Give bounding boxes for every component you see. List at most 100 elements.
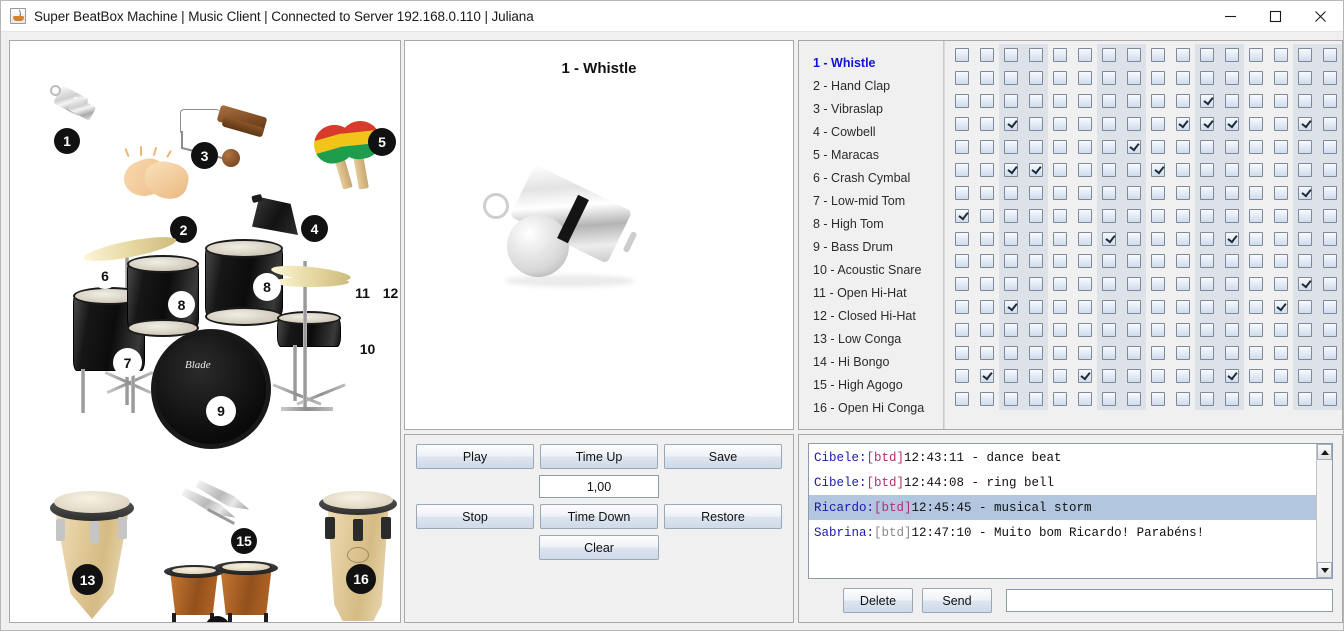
- beat-checkbox-r11-c9[interactable]: [1151, 277, 1166, 292]
- beat-cell[interactable]: [1048, 319, 1073, 342]
- beat-cell[interactable]: [1269, 113, 1294, 136]
- beat-cell[interactable]: [1048, 136, 1073, 159]
- beat-checkbox-r8-c14[interactable]: [1273, 208, 1288, 223]
- beat-checkbox-r4-c1[interactable]: [955, 117, 970, 132]
- beat-checkbox-r3-c5[interactable]: [1053, 94, 1068, 109]
- beat-cell[interactable]: [1097, 135, 1122, 159]
- beat-cell[interactable]: [975, 158, 1000, 181]
- stop-button[interactable]: Stop: [416, 504, 534, 529]
- beat-checkbox-r12-c3[interactable]: [1004, 300, 1019, 315]
- chat-message[interactable]: Sabrina: [btd] 12:47:10 - Muito bom Rica…: [809, 520, 1316, 545]
- beat-cell[interactable]: [950, 296, 975, 319]
- beat-checkbox-r7-c10[interactable]: [1175, 185, 1190, 200]
- beat-checkbox-r13-c11[interactable]: [1200, 323, 1215, 338]
- beat-checkbox-r7-c5[interactable]: [1053, 185, 1068, 200]
- beat-cell[interactable]: [950, 319, 975, 342]
- beat-cell[interactable]: [1171, 250, 1196, 273]
- beat-checkbox-r14-c1[interactable]: [955, 346, 970, 361]
- beat-checkbox-r11-c14[interactable]: [1273, 277, 1288, 292]
- beat-cell[interactable]: [1146, 319, 1171, 342]
- beat-checkbox-r11-c6[interactable]: [1077, 277, 1092, 292]
- beat-checkbox-r3-c15[interactable]: [1298, 94, 1313, 109]
- beat-checkbox-r4-c10[interactable]: [1175, 117, 1190, 132]
- beat-cell[interactable]: [1244, 67, 1269, 90]
- beat-cell[interactable]: [950, 136, 975, 159]
- beat-cell[interactable]: [1317, 135, 1342, 159]
- beat-cell[interactable]: [1293, 227, 1318, 251]
- beat-checkbox-r1-c16[interactable]: [1322, 48, 1337, 63]
- beat-cell[interactable]: [1146, 90, 1171, 113]
- beat-cell[interactable]: [1023, 387, 1048, 411]
- beat-cell[interactable]: [1171, 67, 1196, 90]
- play-button[interactable]: Play: [416, 444, 534, 469]
- beat-cell[interactable]: [1219, 112, 1244, 136]
- beat-checkbox-r15-c1[interactable]: [955, 368, 970, 383]
- beat-cell[interactable]: [975, 44, 1000, 67]
- beat-cell[interactable]: [1097, 112, 1122, 136]
- beat-cell[interactable]: [1293, 66, 1318, 90]
- beat-cell[interactable]: [1219, 227, 1244, 251]
- beat-cell[interactable]: [1269, 342, 1294, 365]
- beat-cell[interactable]: [1244, 296, 1269, 319]
- beat-cell[interactable]: [1097, 227, 1122, 251]
- beat-cell[interactable]: [1269, 250, 1294, 273]
- instrument-list-item-9[interactable]: 9 - Bass Drum: [813, 235, 943, 258]
- beat-cell[interactable]: [1073, 113, 1098, 136]
- beat-cell[interactable]: [999, 158, 1024, 182]
- chat-scrollbar[interactable]: [1316, 444, 1332, 578]
- beat-cell[interactable]: [999, 66, 1024, 90]
- minimize-button[interactable]: [1208, 1, 1253, 32]
- save-button[interactable]: Save: [664, 444, 782, 469]
- beat-cell[interactable]: [1317, 295, 1342, 319]
- beat-cell[interactable]: [1293, 249, 1318, 273]
- beat-checkbox-r3-c7[interactable]: [1102, 94, 1117, 109]
- beat-checkbox-r2-c2[interactable]: [979, 71, 994, 86]
- beat-checkbox-r13-c9[interactable]: [1151, 323, 1166, 338]
- beat-cell[interactable]: [1171, 44, 1196, 67]
- beat-cell[interactable]: [1097, 158, 1122, 182]
- beat-checkbox-r16-c4[interactable]: [1028, 391, 1043, 406]
- beat-cell[interactable]: [1097, 204, 1122, 228]
- instrument-list-item-15[interactable]: 15 - High Agogo: [813, 373, 943, 396]
- beat-checkbox-r2-c8[interactable]: [1126, 71, 1141, 86]
- beat-cell[interactable]: [1121, 43, 1146, 67]
- beat-checkbox-r14-c5[interactable]: [1053, 346, 1068, 361]
- beat-cell[interactable]: [1171, 158, 1196, 181]
- beat-checkbox-r3-c16[interactable]: [1322, 94, 1337, 109]
- beat-cell[interactable]: [1317, 249, 1342, 273]
- beat-checkbox-r8-c7[interactable]: [1102, 208, 1117, 223]
- beat-checkbox-r13-c8[interactable]: [1126, 323, 1141, 338]
- beat-checkbox-r7-c16[interactable]: [1322, 185, 1337, 200]
- beat-cell[interactable]: [1171, 273, 1196, 296]
- beat-cell[interactable]: [1097, 387, 1122, 411]
- beat-cell[interactable]: [975, 319, 1000, 342]
- clear-button[interactable]: Clear: [539, 535, 659, 560]
- beat-checkbox-r16-c5[interactable]: [1053, 391, 1068, 406]
- beat-cell[interactable]: [1219, 158, 1244, 182]
- beat-checkbox-r12-c9[interactable]: [1151, 300, 1166, 315]
- beat-cell[interactable]: [1073, 181, 1098, 204]
- beat-checkbox-r9-c2[interactable]: [979, 231, 994, 246]
- beat-cell[interactable]: [1146, 136, 1171, 159]
- beat-checkbox-r11-c10[interactable]: [1175, 277, 1190, 292]
- instrument-list-item-1[interactable]: 1 - Whistle: [813, 51, 943, 74]
- beat-checkbox-r12-c10[interactable]: [1175, 300, 1190, 315]
- beat-checkbox-r16-c14[interactable]: [1273, 391, 1288, 406]
- beat-cell[interactable]: [999, 204, 1024, 228]
- beat-cell[interactable]: [1121, 295, 1146, 319]
- beat-checkbox-r7-c11[interactable]: [1200, 185, 1215, 200]
- beat-checkbox-r8-c2[interactable]: [979, 208, 994, 223]
- beat-checkbox-r1-c9[interactable]: [1151, 48, 1166, 63]
- beat-checkbox-r12-c14[interactable]: [1273, 300, 1288, 315]
- beat-cell[interactable]: [1048, 227, 1073, 250]
- beat-cell[interactable]: [1317, 181, 1342, 205]
- beat-checkbox-r16-c2[interactable]: [979, 391, 994, 406]
- beat-checkbox-r1-c15[interactable]: [1298, 48, 1313, 63]
- beat-cell[interactable]: [999, 341, 1024, 365]
- beat-cell[interactable]: [1195, 364, 1220, 388]
- beat-cell[interactable]: [999, 227, 1024, 251]
- beat-cell[interactable]: [1293, 341, 1318, 365]
- beat-cell[interactable]: [1146, 113, 1171, 136]
- beat-cell[interactable]: [1097, 295, 1122, 319]
- instrument-list-item-7[interactable]: 7 - Low-mid Tom: [813, 189, 943, 212]
